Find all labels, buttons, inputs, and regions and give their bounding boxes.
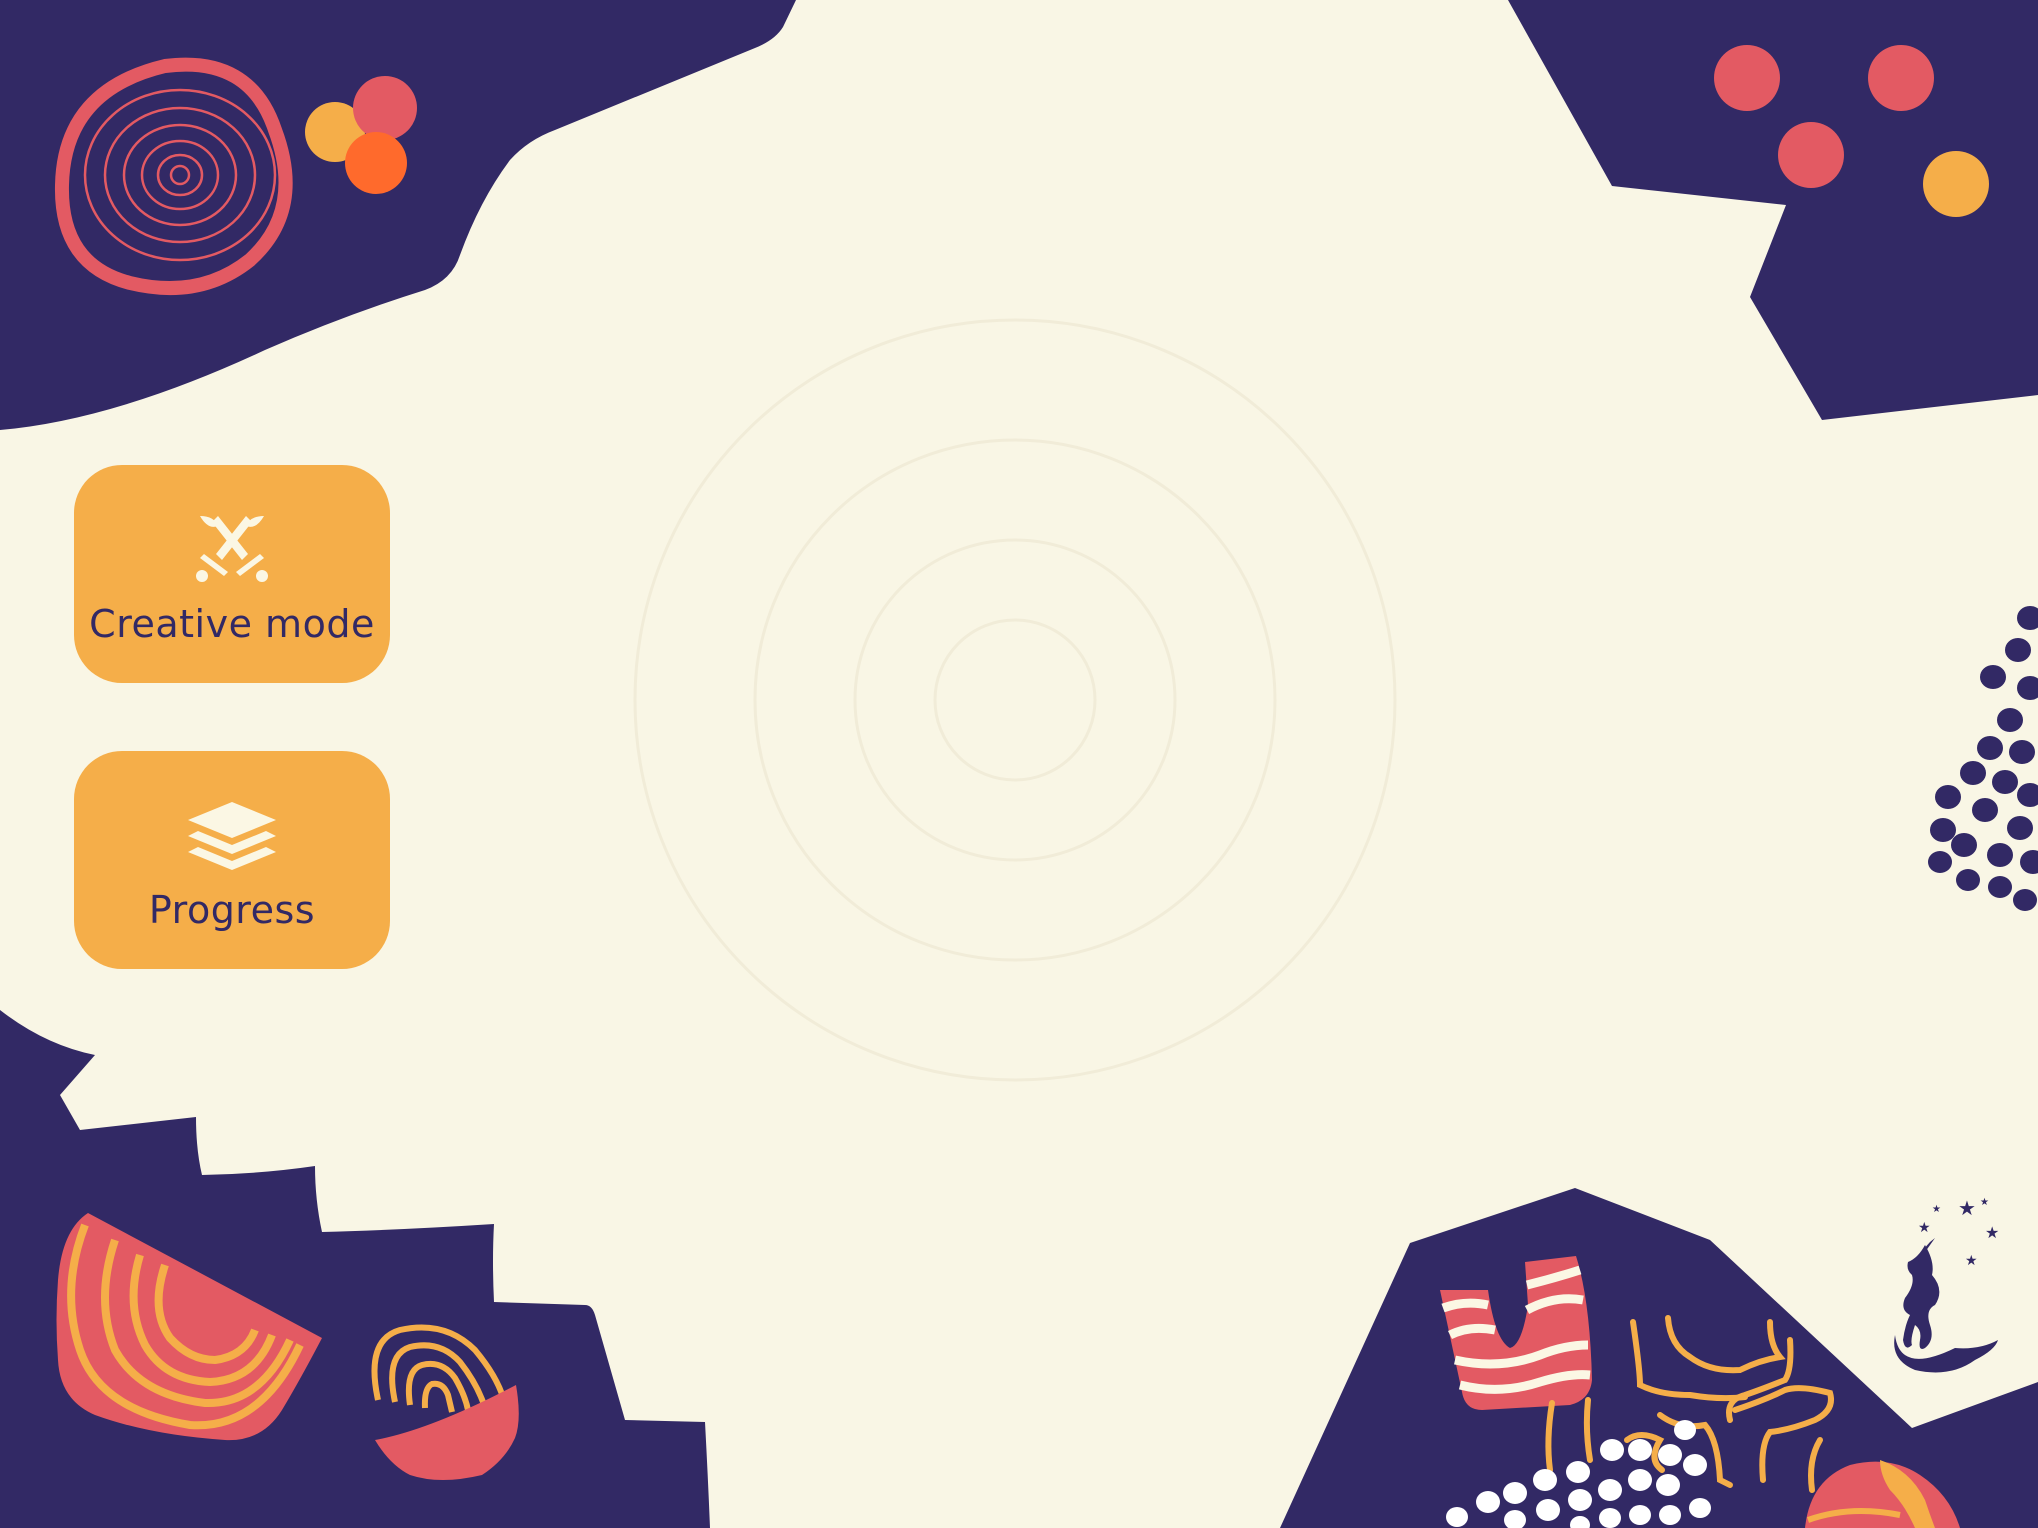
center-watermark-rings <box>633 318 1397 1082</box>
svg-text:★: ★ <box>1918 1220 1931 1236</box>
cat-stars-logo: ★ ★ ★ ★ ★ ★ <box>1894 1196 1999 1373</box>
crossed-swords-icon <box>196 516 268 582</box>
creative-mode-button[interactable]: Creative mode <box>74 465 390 683</box>
progress-label: Progress <box>148 888 316 932</box>
creative-mode-label: Creative mode <box>89 602 375 646</box>
svg-text:★: ★ <box>1958 1196 1976 1220</box>
svg-text:★: ★ <box>1932 1204 1941 1215</box>
svg-text:★: ★ <box>1980 1197 1989 1208</box>
svg-text:★: ★ <box>1965 1253 1978 1269</box>
right-dot-triangle <box>1928 606 2038 911</box>
progress-button[interactable]: Progress <box>74 751 390 969</box>
layers-stack-icon <box>188 802 276 870</box>
bottom-right-navy-shape <box>1280 1188 2038 1528</box>
svg-text:★: ★ <box>1985 1223 1999 1242</box>
